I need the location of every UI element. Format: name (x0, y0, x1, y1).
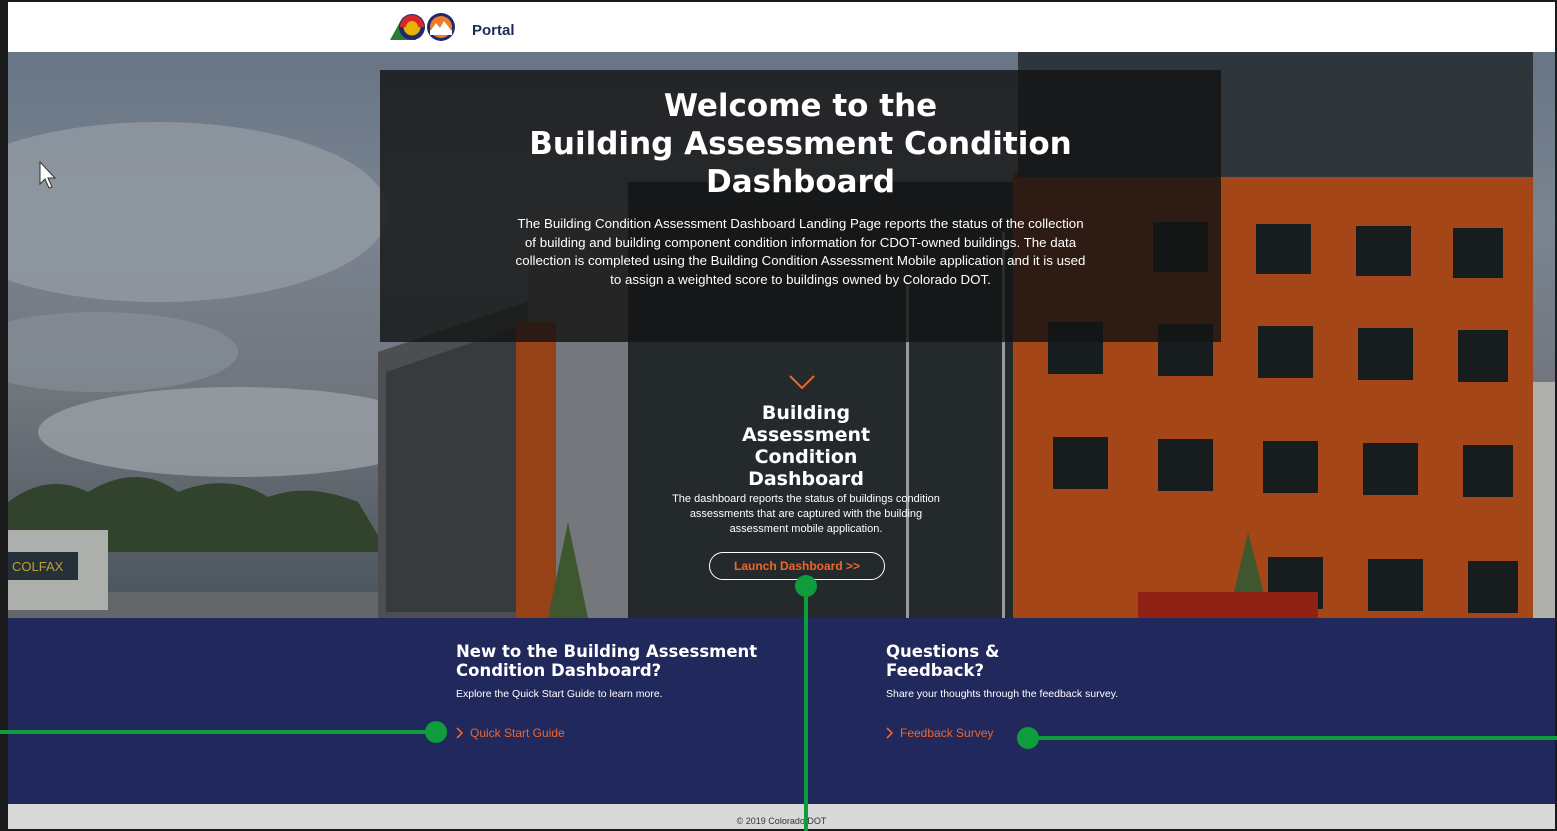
welcome-title-line1: Welcome to the (663, 88, 938, 124)
dashboard-card-title: Building Assessment Condition Dashboard (708, 402, 904, 490)
welcome-title-line3: Dashboard (705, 164, 896, 200)
feedback-heading-line1: Questions & (886, 642, 1000, 661)
quick-start-guide-label: Quick Start Guide (470, 726, 565, 740)
top-bar: Portal (8, 2, 1555, 52)
copyright-text: © 2019 Colorado DOT (736, 816, 827, 826)
dashboard-card-description: The dashboard reports the status of buil… (672, 493, 940, 535)
feedback-heading-line2: Feedback? (886, 661, 985, 680)
dashboard-title-line4: Dashboard (748, 468, 864, 490)
welcome-panel: Welcome to the Building Assessment Condi… (380, 70, 1221, 342)
new-user-text: Explore the Quick Start Guide to learn m… (456, 688, 663, 700)
welcome-description: The Building Condition Assessment Dashbo… (515, 216, 1086, 287)
hero-section: COLFAX Welcome to the Building Assessmen… (8, 52, 1555, 618)
chevron-down-icon (789, 375, 815, 390)
colorado-dot-logo-icon[interactable] (386, 10, 462, 44)
feedback-survey-link[interactable]: Feedback Survey (886, 726, 1118, 740)
footer: © 2019 Colorado DOT (8, 804, 1555, 829)
chevron-right-icon (456, 727, 464, 739)
welcome-title-line2: Building Assessment Condition (529, 126, 1072, 162)
feedback-block: Questions & Feedback? Share your thought… (886, 642, 1118, 740)
dashboard-title-line1: Building (761, 402, 851, 424)
new-user-heading: New to the Building Assessment Condition… (456, 642, 757, 680)
quick-start-guide-link[interactable]: Quick Start Guide (456, 726, 757, 740)
feedback-survey-label: Feedback Survey (900, 726, 994, 740)
new-user-heading-line2: Condition Dashboard? (456, 661, 662, 680)
feedback-text: Share your thoughts through the feedback… (886, 688, 1119, 700)
chevron-right-icon (886, 727, 894, 739)
info-section: New to the Building Assessment Condition… (8, 618, 1555, 804)
dashboard-title-line2: Assessment (741, 424, 871, 446)
welcome-title: Welcome to the Building Assessment Condi… (380, 87, 1221, 201)
feedback-heading: Questions & Feedback? (886, 642, 1118, 680)
portal-title[interactable]: Portal (472, 22, 515, 39)
dashboard-title-line3: Condition (754, 446, 858, 468)
new-user-heading-line1: New to the Building Assessment (456, 642, 758, 661)
launch-dashboard-button[interactable]: Launch Dashboard >> (709, 552, 885, 580)
new-user-block: New to the Building Assessment Condition… (456, 642, 757, 740)
browser-frame: Portal COLFAX Welcome to the Building As… (0, 0, 1557, 831)
